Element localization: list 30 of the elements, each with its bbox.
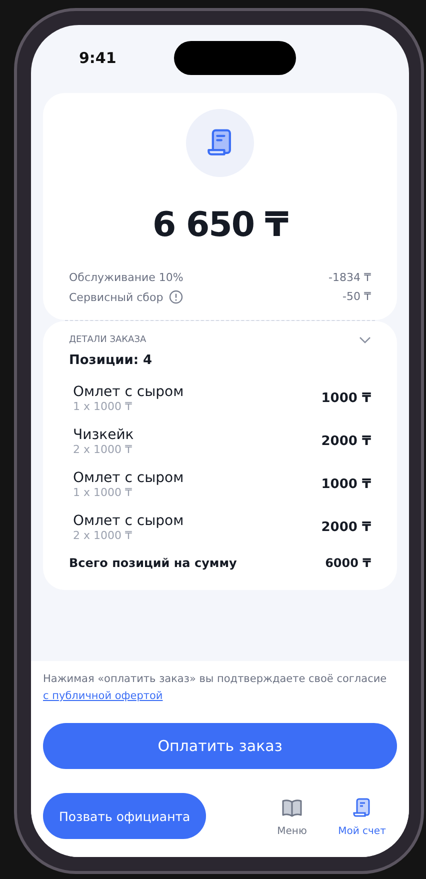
fee-label: Обслуживание 10% (69, 271, 184, 284)
offer-link[interactable]: с публичной офертой (43, 690, 163, 702)
item-quantity: 1 x 1000 ₸ (73, 400, 133, 413)
item-price: 1000 ₸ (321, 391, 371, 406)
item-name: Чизкейк (73, 427, 134, 443)
fee-value: -1834 ₸ (328, 271, 371, 284)
item-price: 2000 ₸ (321, 520, 371, 535)
items-count: Позиции: 4 (69, 353, 154, 368)
consent-text: Нажимая «оплатить заказ» вы подтверждаете своё согласие (43, 672, 388, 687)
tab[interactable]: Мой счет (327, 796, 397, 836)
item-price: 2000 ₸ (321, 434, 371, 449)
item-quantity: 2 x 1000 ₸ (73, 443, 133, 456)
fee-value: -50 ₸ (342, 290, 371, 304)
status-time: 9:41 (79, 49, 116, 67)
total-amount: 6 650 ₸ (152, 205, 288, 245)
item-price: 1000 ₸ (321, 477, 371, 492)
sum-value: 6000 ₸ (325, 556, 371, 570)
sum-label: Всего позиций на сумму (69, 556, 237, 570)
fee-label: Сервисный сбор (69, 290, 164, 304)
item-name: Омлет с сыром (73, 513, 184, 529)
item-name: Омлет с сыром (73, 384, 184, 400)
item-quantity: 1 x 1000 ₸ (73, 486, 133, 499)
item-name: Омлет с сыром (73, 470, 184, 486)
chevron-icon[interactable] (359, 336, 371, 344)
info-icon[interactable] (169, 290, 184, 304)
pay-button[interactable]: Оплатить заказ (43, 723, 397, 769)
section-heading: ДЕТАЛИ ЗАКАЗА (69, 335, 146, 345)
tab[interactable]: Меню (257, 796, 327, 836)
item-quantity: 2 x 1000 ₸ (73, 529, 133, 542)
call-waiter-button[interactable]: Позвать официанта (43, 793, 206, 839)
